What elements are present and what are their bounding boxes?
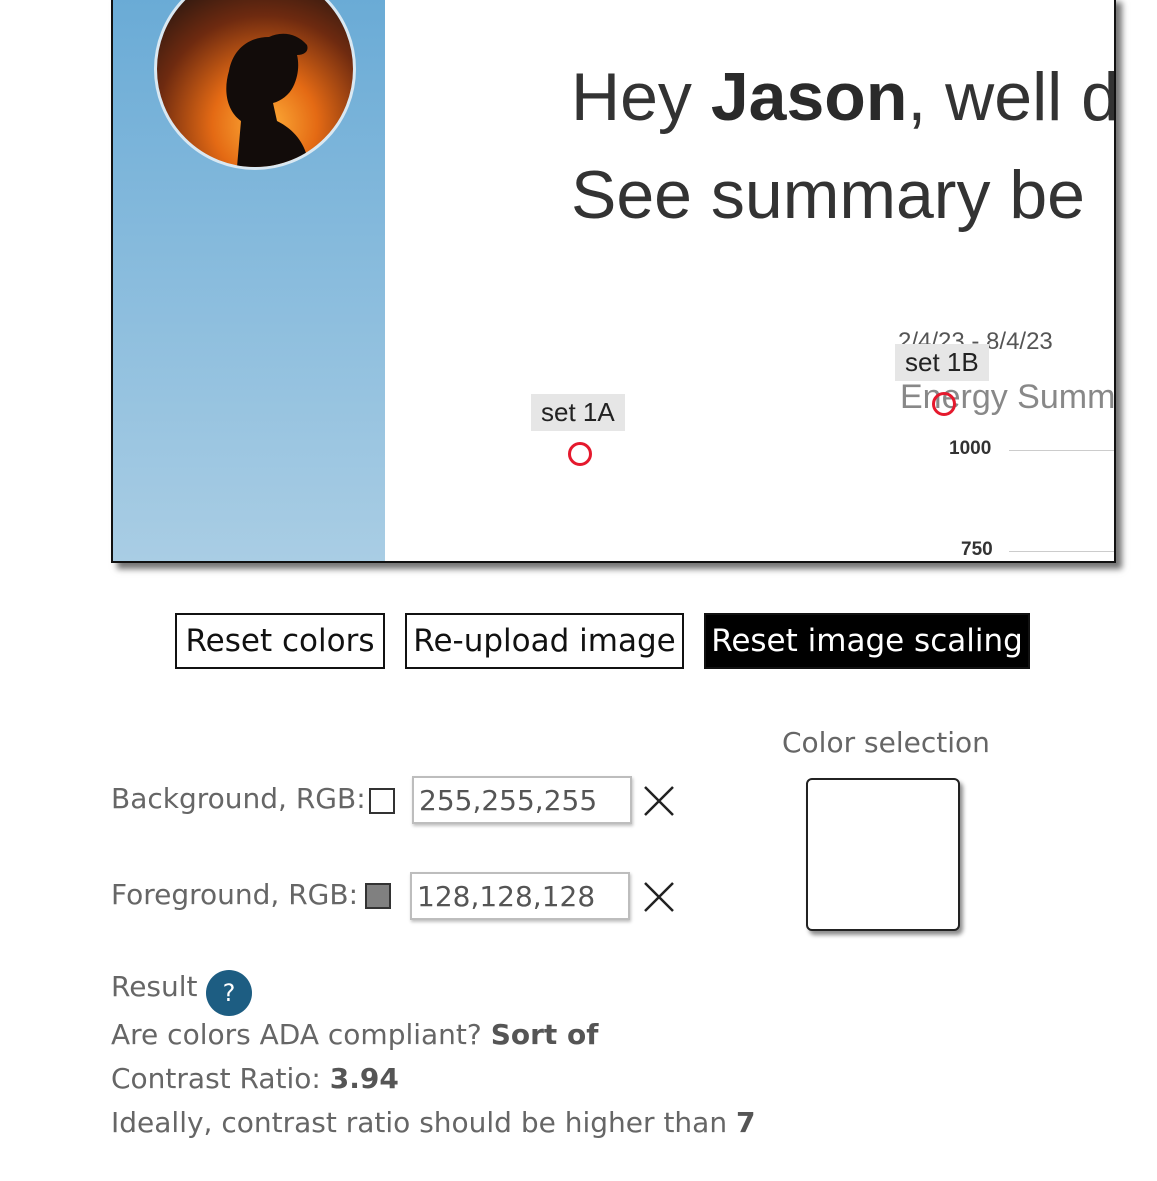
background-rgb-input[interactable] [412,776,632,824]
greeting-text: Hey Jason, well d See summary be [571,48,1116,244]
ada-compliance-line: Are colors ADA compliant? Sort of [111,1018,598,1051]
greeting-name: Jason [710,59,908,135]
color-selection-label: Color selection [782,726,990,759]
ada-answer: Sort of [490,1018,599,1051]
gridline [1009,551,1114,552]
y-tick-750: 750 [961,539,993,560]
ideal-ratio-line: Ideally, contrast ratio should be higher… [111,1106,755,1139]
marker-label-1b: set 1B [895,344,989,381]
foreground-label: Foreground, RGB: [111,878,359,911]
reupload-image-button[interactable]: Re-upload image [405,613,684,669]
help-icon[interactable]: ? [206,970,252,1016]
foreground-swatch [365,883,391,909]
contrast-ratio-line: Contrast Ratio: 3.94 [111,1062,399,1095]
close-icon[interactable] [642,784,676,818]
greeting-suffix: , well d [907,59,1116,135]
color-selection-box[interactable] [806,778,960,931]
preview-sidebar [113,0,385,561]
gridline [1009,450,1114,451]
close-icon[interactable] [642,880,676,914]
y-tick-1000: 1000 [949,438,992,459]
contrast-value: 3.94 [329,1062,399,1095]
contrast-label: Contrast Ratio: [111,1062,321,1095]
silhouette-image [226,33,309,167]
ideal-text: Ideally, contrast ratio should be higher… [111,1106,728,1139]
summary-line: See summary be [571,157,1085,233]
greeting-prefix: Hey [571,59,711,135]
marker-label-1a: set 1A [531,394,625,431]
background-swatch [369,788,395,814]
circle-marker-icon[interactable] [932,392,956,416]
circle-marker-icon[interactable] [568,442,592,466]
image-preview[interactable]: Hey Jason, well d See summary be 2/4/23 … [111,0,1116,563]
reset-colors-button[interactable]: Reset colors [175,613,385,669]
ada-question: Are colors ADA compliant? [111,1018,482,1051]
avatar [154,0,356,170]
result-heading: Result [111,970,198,1003]
reset-image-scaling-button[interactable]: Reset image scaling [704,613,1030,669]
background-label: Background, RGB: [111,782,366,815]
foreground-rgb-input[interactable] [410,872,630,920]
chart-title: Energy Summ [900,378,1116,416]
ideal-value: 7 [735,1106,756,1139]
